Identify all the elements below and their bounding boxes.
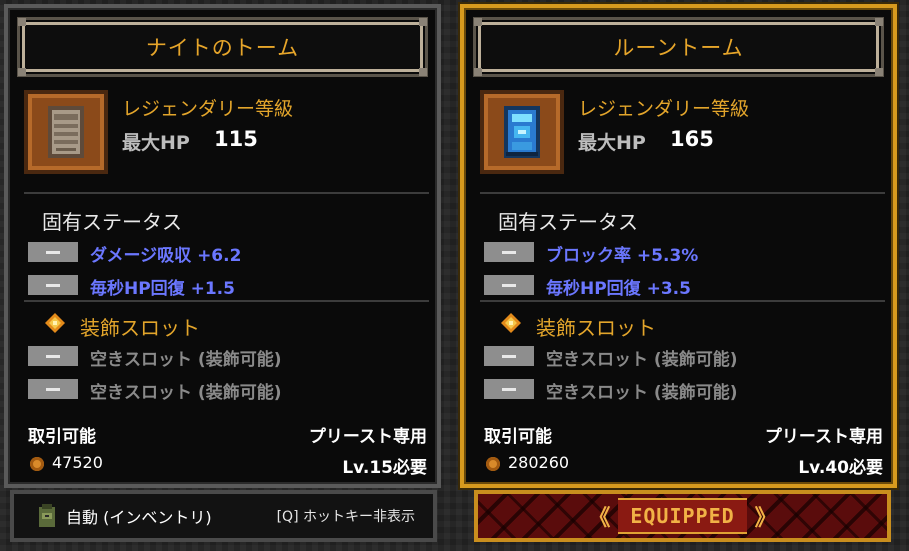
minus-icon bbox=[28, 379, 78, 399]
item-card-knight-tome[interactable]: ナイトのトーム レジェンダリー等級 最大HP 115 固有ステータス ダメージ吸… bbox=[4, 4, 441, 488]
rune-tome-icon bbox=[480, 90, 564, 174]
class-restriction: プリースト専用 bbox=[308, 427, 427, 447]
minus-icon bbox=[28, 242, 78, 262]
frame-corner bbox=[875, 18, 883, 26]
item-grade: レジェンダリー等級 bbox=[122, 98, 294, 120]
stat-label-max-hp: 最大HP bbox=[122, 132, 190, 154]
innate-stat: 毎秒HP回復 +1.5 bbox=[90, 279, 235, 299]
frame-corner bbox=[419, 18, 427, 26]
empty-slot: 空きスロット (装飾可能) bbox=[546, 350, 738, 370]
innate-stats-header: 固有ステータス bbox=[498, 210, 638, 234]
backpack-icon bbox=[39, 504, 55, 527]
coin-icon bbox=[486, 457, 500, 471]
divider bbox=[480, 300, 885, 302]
empty-slot: 空きスロット (装飾可能) bbox=[546, 383, 738, 403]
auto-inventory-button[interactable]: 自動 (インベントリ) bbox=[36, 503, 212, 529]
item-title-bar: ナイトのトーム bbox=[17, 17, 428, 77]
item-name: ルーントーム bbox=[613, 36, 744, 60]
innate-stat: 毎秒HP回復 +3.5 bbox=[546, 279, 691, 299]
item-card-rune-tome[interactable]: ルーントーム レジェンダリー等級 最大HP 165 固有ステータス ブロック率 … bbox=[460, 4, 897, 488]
frame-corner bbox=[875, 68, 883, 76]
frame-corner bbox=[419, 68, 427, 76]
tradeable-label: 取引可能 bbox=[484, 427, 552, 447]
equipped-banner: 《 EQUIPPED 》 bbox=[474, 490, 891, 542]
stat-value-max-hp: 115 bbox=[214, 127, 258, 151]
minus-icon bbox=[484, 242, 534, 262]
item-grade: レジェンダリー等級 bbox=[578, 98, 750, 120]
innate-stats-header: 固有ステータス bbox=[42, 210, 182, 234]
item-price: 47520 bbox=[52, 453, 103, 472]
level-requirement: Lv.40必要 bbox=[798, 458, 883, 478]
divider bbox=[24, 300, 429, 302]
item-price: 280260 bbox=[508, 453, 570, 472]
frame-corner bbox=[18, 18, 26, 26]
item-title-bar: ルーントーム bbox=[473, 17, 884, 77]
minus-icon bbox=[484, 275, 534, 295]
divider bbox=[480, 192, 885, 194]
minus-icon bbox=[28, 275, 78, 295]
auto-inventory-bar: 自動 (インベントリ) [Q] ホットキー非表示 bbox=[10, 490, 437, 542]
stat-value-max-hp: 165 bbox=[670, 127, 714, 151]
empty-slot: 空きスロット (装飾可能) bbox=[90, 383, 282, 403]
chevron-left-icon: 《 bbox=[588, 506, 611, 531]
stat-label-max-hp: 最大HP bbox=[578, 132, 646, 154]
hotkey-hide-hint[interactable]: [Q] ホットキー非表示 bbox=[277, 506, 415, 526]
minus-icon bbox=[28, 346, 78, 366]
auto-inventory-label: 自動 (インベントリ) bbox=[66, 508, 212, 527]
chevron-right-icon: 》 bbox=[754, 506, 777, 531]
class-restriction: プリースト専用 bbox=[764, 427, 883, 447]
minus-icon bbox=[484, 379, 534, 399]
tradeable-label: 取引可能 bbox=[28, 427, 96, 447]
decoration-slot-header: 装飾スロット bbox=[80, 316, 200, 340]
knight-tome-icon bbox=[24, 90, 108, 174]
level-requirement: Lv.15必要 bbox=[342, 458, 427, 478]
coin-icon bbox=[30, 457, 44, 471]
item-name: ナイトのトーム bbox=[145, 36, 300, 60]
frame-corner bbox=[18, 68, 26, 76]
innate-stat: ブロック率 +5.3% bbox=[546, 246, 699, 266]
frame-corner bbox=[474, 18, 482, 26]
innate-stat: ダメージ吸収 +6.2 bbox=[90, 246, 242, 266]
minus-icon bbox=[484, 346, 534, 366]
decoration-slot-header: 装飾スロット bbox=[536, 316, 656, 340]
empty-slot: 空きスロット (装飾可能) bbox=[90, 350, 282, 370]
frame-corner bbox=[474, 68, 482, 76]
decoration-gem-icon bbox=[45, 313, 65, 333]
decoration-gem-icon bbox=[501, 313, 521, 333]
equipped-label: EQUIPPED bbox=[618, 498, 747, 534]
divider bbox=[24, 192, 429, 194]
